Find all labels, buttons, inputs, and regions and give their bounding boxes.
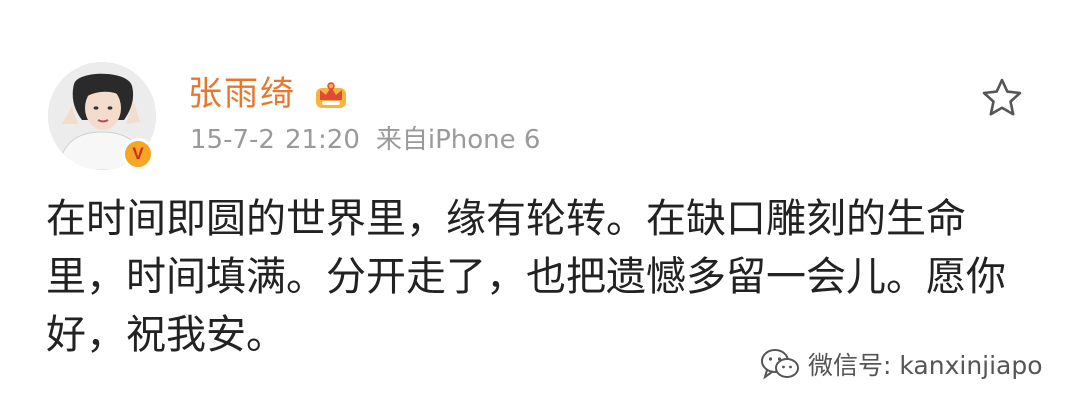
wechat-icon xyxy=(761,349,799,380)
watermark-text: 微信号: kanxinjiapo xyxy=(808,351,1043,380)
post-source[interactable]: 来自iPhone 6 xyxy=(376,122,541,158)
post-body-line: 在时间即圆的世界里，缘有轮转。在缺口雕刻的生命 xyxy=(46,196,966,242)
post-meta: 15-7-2 21:20 来自iPhone 6 xyxy=(190,122,540,158)
verified-badge: V xyxy=(122,138,154,170)
author-name[interactable]: 张雨绮 xyxy=(188,72,296,116)
wechat-watermark: 微信号: kanxinjiapo xyxy=(760,344,1043,384)
crown-icon[interactable] xyxy=(314,80,348,110)
author-avatar-wrapper[interactable]: V xyxy=(48,62,156,170)
post-date: 15-7-2 xyxy=(190,125,275,155)
post-time: 21:20 xyxy=(284,125,360,155)
star-outline-icon[interactable] xyxy=(980,76,1024,120)
weibo-post-card: V 张雨绮 15-7-2 21:20 来自iPhone 6 在时间即圆的世界里，缘有… xyxy=(0,0,1080,414)
post-body: 在时间即圆的世界里，缘有轮转。在缺口雕刻的生命 里，时间填满。分开走了，也把遗憾… xyxy=(46,190,1036,364)
post-body-line: 里，时间填满。分开走了，也把遗憾多留一会儿。愿你 xyxy=(46,254,1006,300)
